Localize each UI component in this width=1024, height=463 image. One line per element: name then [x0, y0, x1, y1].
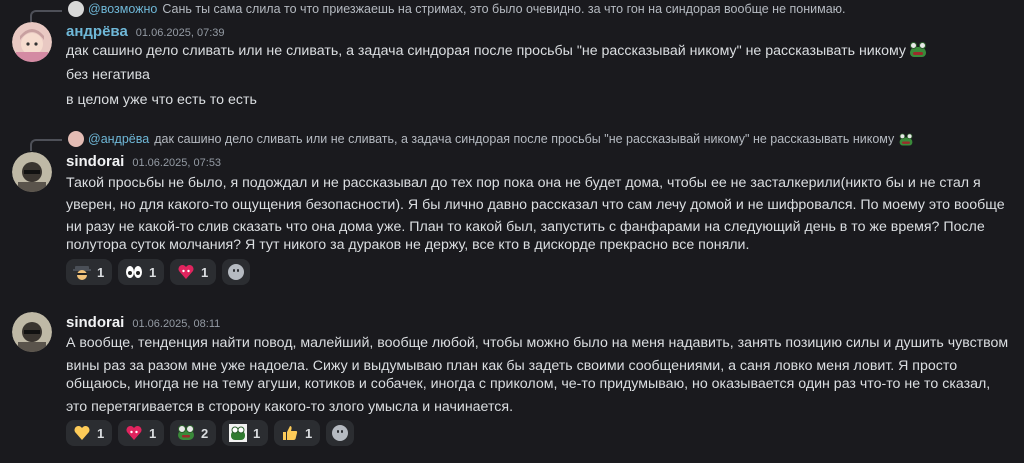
message-text: уверен, но для какого-то ощущения безопа…	[66, 197, 1005, 213]
author-name[interactable]: андрёва	[66, 23, 128, 40]
message-text: это перетягивается в сторону какого-то з…	[66, 399, 514, 415]
reaction-count: 1	[253, 425, 261, 441]
reaction-count: 2	[201, 425, 209, 441]
heart-face-icon	[125, 424, 143, 442]
reaction-count: 1	[305, 425, 313, 441]
reaction-heart-face[interactable]: 1	[170, 259, 216, 285]
timestamp[interactable]: 01.06.2025, 08:11	[132, 318, 220, 330]
reply-avatar	[68, 131, 84, 147]
reply-text: Сань ты сама слила то что приезжаешь на …	[162, 2, 846, 16]
reaction-count: 1	[97, 264, 105, 280]
frog-box-icon	[229, 424, 247, 442]
heart-face-icon	[177, 263, 195, 281]
yellow-heart-icon	[73, 424, 91, 442]
eyes-icon	[125, 263, 143, 281]
spy-icon	[73, 263, 91, 281]
frog-icon	[899, 133, 913, 145]
reactions-bar: 1 1 2 1 1	[66, 420, 354, 446]
reply-preview[interactable]: @андрёва дак сашино дело сливать или не …	[30, 130, 915, 151]
reaction-thumbs-up[interactable]: 1	[274, 420, 320, 446]
smile-icon	[332, 425, 348, 441]
reaction-heart-face[interactable]: 1	[118, 420, 164, 446]
timestamp[interactable]: 01.06.2025, 07:39	[136, 27, 225, 39]
reaction-count: 1	[149, 425, 157, 441]
reaction-count: 1	[201, 264, 209, 280]
avatar[interactable]	[12, 152, 52, 192]
frog-icon	[177, 424, 195, 442]
reply-text: дак сашино дело сливать или не сливать, …	[154, 132, 895, 146]
reaction-frog-box[interactable]: 1	[222, 420, 268, 446]
add-reaction-button[interactable]	[326, 420, 354, 446]
message-text: без негатива	[66, 67, 150, 83]
message-text: полутора суток молчания? Я тут никого за…	[66, 237, 750, 253]
reactions-bar: 1 1 1	[66, 259, 250, 285]
reaction-yellow-heart[interactable]: 1	[66, 420, 112, 446]
smile-icon	[228, 264, 244, 280]
add-reaction-button[interactable]	[222, 259, 250, 285]
reaction-spy[interactable]: 1	[66, 259, 112, 285]
message-line: дак сашино дело сливать или не сливать, …	[66, 40, 927, 62]
reply-preview[interactable]: @возможно Сань ты сама слила то что прие…	[30, 0, 846, 22]
author-name[interactable]: sindorai	[66, 153, 124, 170]
message-text: дак сашино дело сливать или не сливать, …	[66, 43, 906, 59]
reaction-frog[interactable]: 2	[170, 420, 216, 446]
reaction-count: 1	[97, 425, 105, 441]
reaction-count: 1	[149, 264, 157, 280]
message-text: общаюсь, иногда не на тему агуши, котико…	[66, 376, 991, 392]
thumbs-up-icon	[281, 424, 299, 442]
message-text: Такой просьбы не было, я подождал и не р…	[66, 175, 981, 191]
frog-icon	[909, 42, 927, 57]
reply-mention[interactable]: @возможно	[88, 2, 157, 16]
message-text: А вообще, тенденция найти повод, малейши…	[66, 335, 1009, 351]
author-name[interactable]: sindorai	[66, 314, 124, 331]
avatar[interactable]	[12, 312, 52, 352]
message-text: в целом уже что есть то есть	[66, 92, 257, 108]
timestamp[interactable]: 01.06.2025, 07:53	[132, 157, 221, 169]
reply-avatar	[68, 1, 84, 17]
reaction-eyes[interactable]: 1	[118, 259, 164, 285]
reply-mention[interactable]: @андрёва	[88, 132, 149, 146]
avatar[interactable]	[12, 22, 52, 62]
